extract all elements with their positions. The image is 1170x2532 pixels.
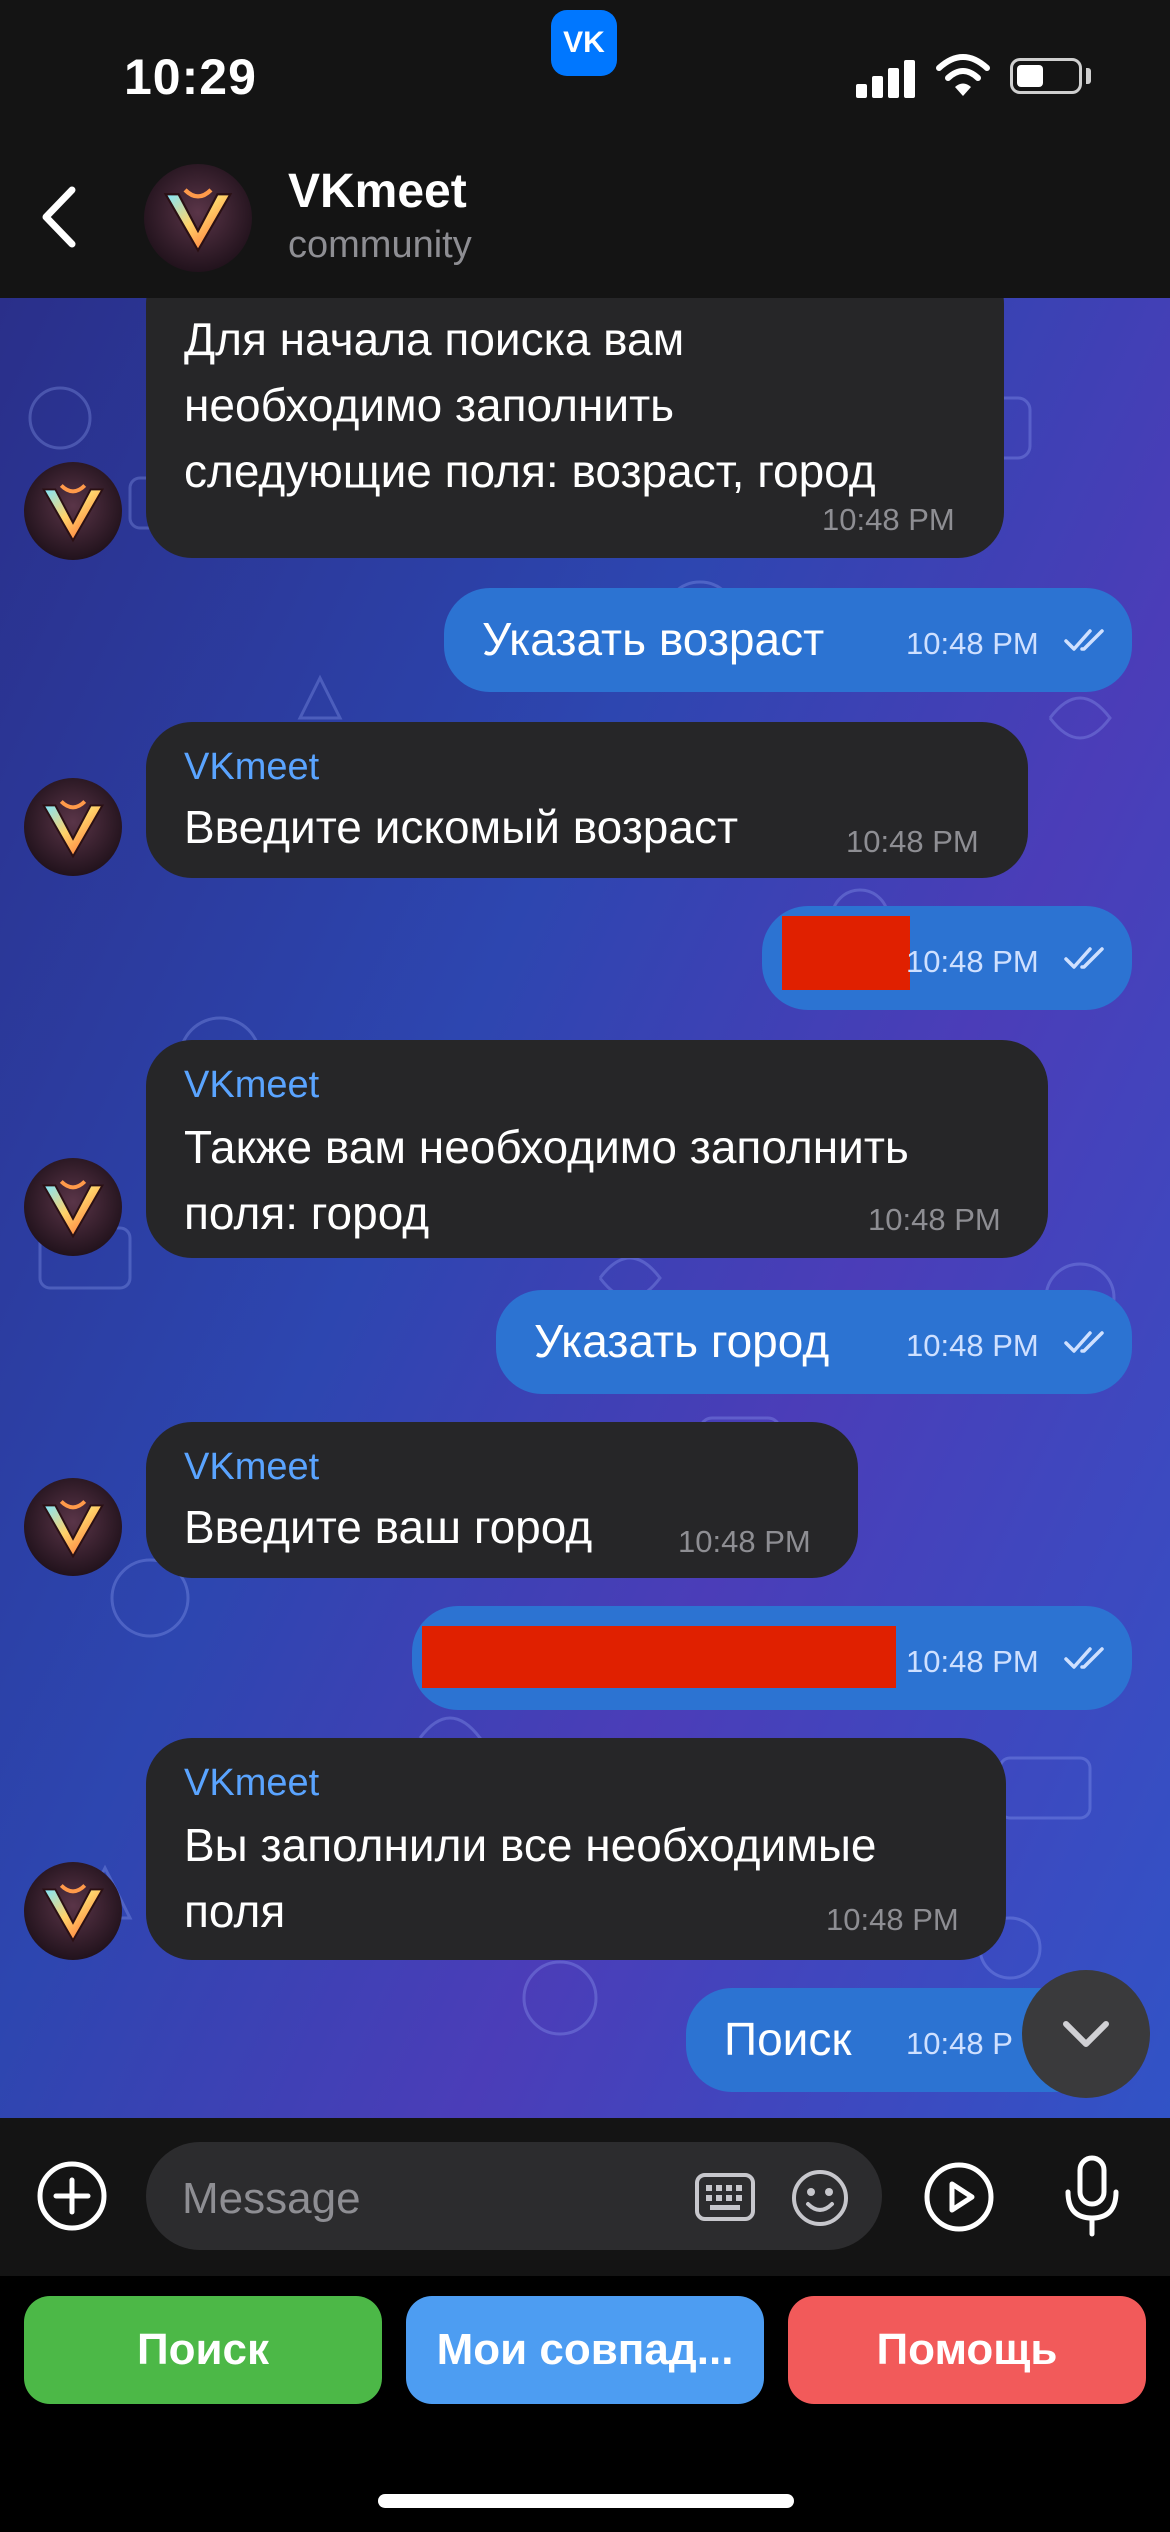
attach-plus-icon[interactable] <box>36 2160 108 2232</box>
message-time: 10:48 PM <box>906 1644 1039 1679</box>
bot-avatar[interactable] <box>24 1862 122 1960</box>
bot-avatar[interactable] <box>24 778 122 876</box>
battery-icon <box>1010 58 1082 94</box>
bot-keyboard-icon[interactable] <box>694 2172 756 2222</box>
outgoing-message[interactable]: 10:48 PM <box>762 906 1132 1010</box>
outgoing-message[interactable]: Указать возраст 10:48 PM <box>444 588 1132 692</box>
vk-app-icon: VK <box>551 10 617 76</box>
message-text: Для начала поиска вам необходимо заполни… <box>184 313 876 497</box>
bot-avatar[interactable] <box>24 1478 122 1576</box>
message-text: Введите искомый возраст <box>184 801 739 853</box>
cellular-signal-icon <box>856 60 916 98</box>
message-time: 10:48 PM <box>846 824 979 859</box>
back-arrow-icon[interactable] <box>30 182 90 252</box>
message-text: Вы заполнили все необходимые поля <box>184 1819 877 1937</box>
message-input-placeholder: Message <box>182 2174 361 2223</box>
message-time: 10:48 PM <box>678 1524 811 1559</box>
message-sender: VKmeet <box>184 1446 320 1488</box>
chat-header: VKmeet community <box>0 140 1170 298</box>
redacted-content <box>422 1626 896 1688</box>
outgoing-message[interactable]: Указать город 10:48 PM <box>496 1290 1132 1394</box>
message-time: 10:48 PM <box>826 1902 959 1937</box>
message-text: Указать возраст <box>482 613 825 665</box>
bot-keyboard: Поиск Мои совпад... Помощь <box>0 2276 1170 2532</box>
keyboard-button-search[interactable]: Поиск <box>24 2296 382 2404</box>
message-text: Указать город <box>534 1315 830 1367</box>
video-message-icon[interactable] <box>922 2160 996 2234</box>
message-time: 10:48 PM <box>906 626 1039 661</box>
emoji-icon[interactable] <box>790 2168 850 2228</box>
message-time: 10:48 PM <box>822 502 955 537</box>
message-text: Введите ваш город <box>184 1501 593 1553</box>
message-list[interactable]: Для начала поиска вам необходимо заполни… <box>0 298 1170 2118</box>
message-composer: Message <box>0 2118 1170 2276</box>
message-time: 10:48 PM <box>868 1202 1001 1237</box>
wifi-icon <box>936 54 990 96</box>
message-sender: VKmeet <box>184 746 320 788</box>
chevron-down-icon <box>1063 2021 1109 2047</box>
incoming-message[interactable]: VKmeet Введите искомый возраст 10:48 PM <box>146 722 1028 878</box>
bot-avatar[interactable] <box>24 462 122 560</box>
incoming-message[interactable]: VKmeet Также вам необходимо заполнить по… <box>146 1040 1048 1258</box>
incoming-message[interactable]: Для начала поиска вам необходимо заполни… <box>146 298 1004 558</box>
scroll-to-bottom-button[interactable] <box>1022 1970 1150 2098</box>
message-time: 10:48 PM <box>906 944 1039 979</box>
read-checkmarks-icon <box>1064 626 1110 654</box>
outgoing-message[interactable]: 10:48 PM <box>412 1606 1132 1710</box>
message-time: 10:48 PM <box>906 1328 1039 1363</box>
battery-tip <box>1086 68 1091 84</box>
message-input[interactable]: Message <box>146 2142 882 2250</box>
message-text: Поиск <box>724 2013 852 2065</box>
home-indicator[interactable] <box>378 2494 794 2508</box>
status-bar: 10:29 VK <box>0 0 1170 140</box>
message-sender: VKmeet <box>184 1064 320 1106</box>
message-text: Также вам необходимо заполнить поля: гор… <box>184 1121 909 1239</box>
microphone-icon[interactable] <box>1062 2154 1122 2240</box>
read-checkmarks-icon <box>1064 944 1110 972</box>
community-avatar[interactable] <box>144 164 252 272</box>
incoming-message[interactable]: VKmeet Вы заполнили все необходимые поля… <box>146 1738 1006 1960</box>
status-time: 10:29 <box>124 49 257 105</box>
incoming-message[interactable]: VKmeet Введите ваш город 10:48 PM <box>146 1422 858 1578</box>
redacted-content <box>782 916 910 990</box>
message-time: 10:48 P <box>906 2026 1013 2061</box>
keyboard-button-help[interactable]: Помощь <box>788 2296 1146 2404</box>
chat-title[interactable]: VKmeet <box>288 164 467 219</box>
message-sender: VKmeet <box>184 1762 320 1804</box>
read-checkmarks-icon <box>1064 1328 1110 1356</box>
read-checkmarks-icon <box>1064 1644 1110 1672</box>
keyboard-button-matches[interactable]: Мои совпад... <box>406 2296 764 2404</box>
bot-avatar[interactable] <box>24 1158 122 1256</box>
chat-subtitle: community <box>288 224 472 266</box>
